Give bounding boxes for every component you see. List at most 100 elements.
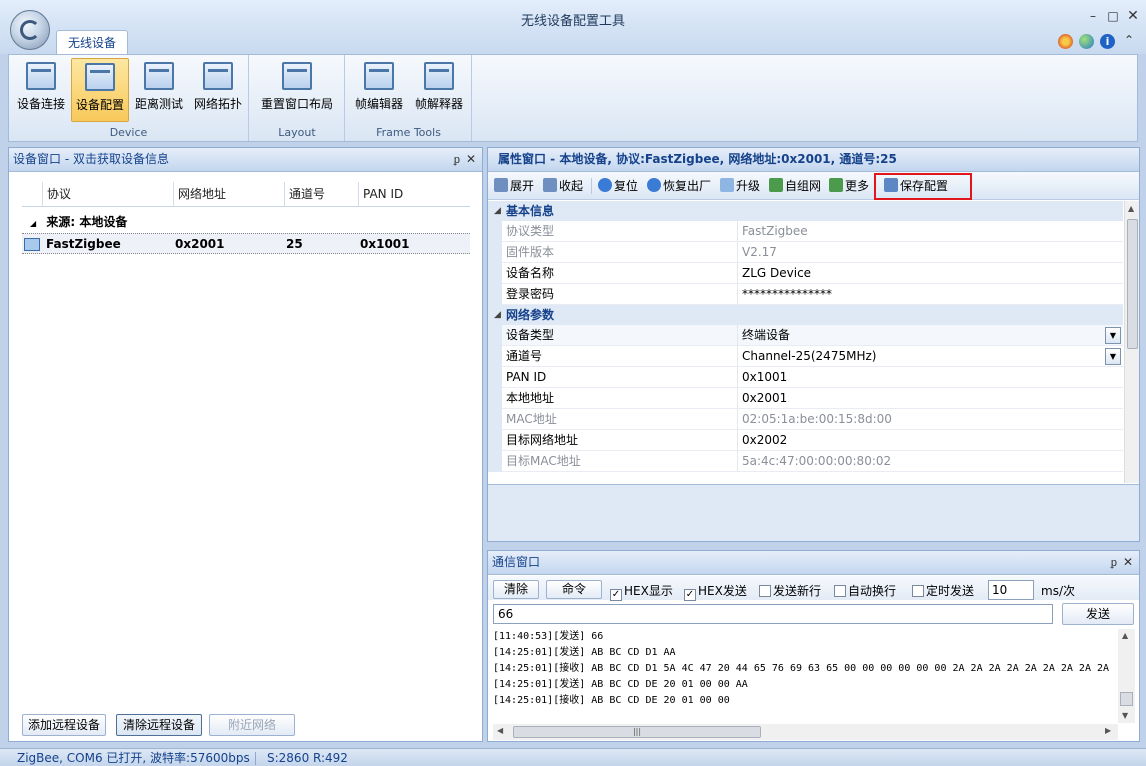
self-network-button[interactable]: 自组网 xyxy=(769,177,821,195)
frame-editor-button[interactable]: 帧编辑器 xyxy=(350,58,408,122)
property-row[interactable]: 设备类型 终端设备 ▼ xyxy=(488,325,1123,346)
property-row[interactable]: 本地地址 0x2001 xyxy=(488,388,1123,409)
property-name: 协议类型 xyxy=(506,221,738,242)
send-button[interactable]: 发送 xyxy=(1062,603,1134,625)
app-menu-button[interactable] xyxy=(10,10,50,50)
hex-display-label: HEX显示 xyxy=(624,584,673,598)
clear-button[interactable]: 清除 xyxy=(493,580,539,599)
scrollbar-thumb[interactable] xyxy=(1127,219,1138,349)
property-value[interactable]: *************** xyxy=(742,284,832,305)
scroll-right-icon[interactable]: ▶ xyxy=(1105,726,1111,735)
palette-icon[interactable] xyxy=(1058,34,1073,49)
property-description-panel xyxy=(488,484,1139,541)
maximize-button[interactable]: □ xyxy=(1106,9,1120,23)
column-protocol[interactable]: 协议 xyxy=(42,182,173,207)
more-button[interactable]: 更多 xyxy=(829,177,869,195)
dropdown-arrow-icon[interactable]: ▼ xyxy=(1105,348,1121,365)
close-icon[interactable]: ✕ xyxy=(1123,551,1133,574)
expand-button[interactable]: 展开 xyxy=(494,177,534,195)
hex-display-checkbox[interactable]: ✓ HEX显示 xyxy=(610,582,673,601)
scroll-up-icon[interactable]: ▲ xyxy=(1122,631,1128,640)
reset-button[interactable]: 复位 xyxy=(598,177,638,195)
frame-editor-icon xyxy=(364,62,394,90)
property-value: 02:05:1a:be:00:15:8d:00 xyxy=(742,412,892,426)
pin-icon[interactable]: ᵱ xyxy=(1111,551,1117,574)
info-icon[interactable]: i xyxy=(1100,34,1115,49)
property-row[interactable]: 协议类型 FastZigbee xyxy=(488,221,1123,242)
column-pan-id[interactable]: PAN ID xyxy=(358,182,470,207)
property-value[interactable]: Channel-25(2475MHz) xyxy=(742,346,876,367)
scroll-left-icon[interactable]: ◀ xyxy=(497,726,503,735)
row-gutter xyxy=(488,284,502,305)
property-row[interactable]: 目标网络地址 0x2002 xyxy=(488,430,1123,451)
minimize-button[interactable]: – xyxy=(1086,9,1100,23)
property-row[interactable]: 登录密码 *************** xyxy=(488,284,1123,305)
group-collapse-icon[interactable]: ◢ xyxy=(30,219,36,228)
pin-icon[interactable]: ᵱ xyxy=(454,148,460,171)
tab-wireless-device[interactable]: 无线设备 xyxy=(56,30,128,55)
device-group-local[interactable]: ◢ 来源: 本地设备 xyxy=(22,211,470,233)
globe-icon[interactable] xyxy=(1079,34,1094,49)
property-scrollbar[interactable]: ▲ xyxy=(1124,201,1139,483)
factory-reset-button[interactable]: 恢复出厂 xyxy=(647,177,711,195)
device-icon xyxy=(24,238,40,251)
send-data-input[interactable]: 66 xyxy=(493,604,1053,624)
scroll-down-icon[interactable]: ▼ xyxy=(1122,711,1128,720)
command-button[interactable]: 命令 xyxy=(546,580,602,599)
collapse-ribbon-icon[interactable]: ⌃ xyxy=(1124,33,1134,47)
category-toggle-icon[interactable]: ◢ xyxy=(494,201,501,221)
interval-input[interactable]: 10 xyxy=(988,580,1034,600)
category-basic-info[interactable]: ◢ 基本信息 xyxy=(488,201,1123,221)
collapse-icon xyxy=(543,178,557,192)
send-newline-checkbox[interactable]: 发送新行 xyxy=(759,582,821,599)
comm-horizontal-scrollbar[interactable]: ◀ ||| ▶ xyxy=(493,724,1118,740)
send-newline-label: 发送新行 xyxy=(773,584,822,598)
scrollbar-thumb[interactable] xyxy=(1120,692,1133,706)
device-config-button[interactable]: 设备配置 xyxy=(71,58,129,122)
close-button[interactable]: ✕ xyxy=(1126,9,1140,23)
comm-log[interactable]: [11:40:53][发送] 66 [14:25:01][发送] AB BC C… xyxy=(493,629,1118,723)
property-value[interactable]: ZLG Device xyxy=(742,263,811,284)
nearby-network-button[interactable]: 附近网络 xyxy=(209,714,295,736)
row-gutter xyxy=(488,367,502,388)
category-network-params[interactable]: ◢ 网络参数 xyxy=(488,305,1123,325)
property-row[interactable]: PAN ID 0x1001 xyxy=(488,367,1123,388)
column-channel[interactable]: 通道号 xyxy=(284,182,358,207)
hex-send-checkbox[interactable]: ✓ HEX发送 xyxy=(684,582,747,601)
auto-wrap-checkbox[interactable]: 自动换行 xyxy=(834,582,896,599)
timed-send-label: 定时发送 xyxy=(926,584,975,598)
row-gutter xyxy=(488,430,502,451)
factory-reset-label: 恢复出厂 xyxy=(663,179,712,193)
property-row[interactable]: 通道号 Channel-25(2475MHz) ▼ xyxy=(488,346,1123,367)
property-value[interactable]: 0x2001 xyxy=(742,388,787,409)
layout-icon xyxy=(282,62,312,90)
comm-vertical-scrollbar[interactable]: ▲ ▼ xyxy=(1118,629,1135,723)
property-row[interactable]: 固件版本 V2.17 xyxy=(488,242,1123,263)
property-value[interactable]: 终端设备 xyxy=(742,325,790,346)
collapse-button[interactable]: 收起 xyxy=(543,177,583,195)
scrollbar-thumb[interactable]: ||| xyxy=(513,726,761,738)
range-test-button[interactable]: 距离测试 xyxy=(130,58,188,122)
topology-button[interactable]: 网络拓扑 xyxy=(189,58,247,122)
reset-layout-button[interactable]: 重置窗口布局 xyxy=(255,58,339,122)
table-row[interactable]: FastZigbee 0x2001 25 0x1001 xyxy=(22,233,470,254)
close-icon[interactable]: ✕ xyxy=(466,148,476,171)
clear-remote-device-button[interactable]: 清除远程设备 xyxy=(116,714,202,736)
property-value[interactable]: 0x1001 xyxy=(742,367,787,388)
dropdown-arrow-icon[interactable]: ▼ xyxy=(1105,327,1121,344)
property-row[interactable]: 目标MAC地址 5a:4c:47:00:00:00:80:02 xyxy=(488,451,1123,472)
add-remote-device-button[interactable]: 添加远程设备 xyxy=(22,714,106,736)
column-address[interactable]: 网络地址 xyxy=(173,182,284,207)
device-connect-button[interactable]: 设备连接 xyxy=(12,58,70,122)
timed-send-checkbox[interactable]: 定时发送 xyxy=(912,582,974,599)
upgrade-button[interactable]: 升级 xyxy=(720,177,760,195)
log-line: [14:25:01][发送] AB BC CD D1 AA xyxy=(493,647,676,658)
property-row[interactable]: MAC地址 02:05:1a:be:00:15:8d:00 xyxy=(488,409,1123,430)
scroll-up-icon[interactable]: ▲ xyxy=(1128,204,1134,213)
property-row[interactable]: 设备名称 ZLG Device xyxy=(488,263,1123,284)
frame-parser-button[interactable]: 帧解释器 xyxy=(410,58,468,122)
category-toggle-icon[interactable]: ◢ xyxy=(494,305,501,325)
row-gutter xyxy=(488,221,502,242)
upgrade-icon xyxy=(720,178,734,192)
property-value[interactable]: 0x2002 xyxy=(742,430,787,451)
